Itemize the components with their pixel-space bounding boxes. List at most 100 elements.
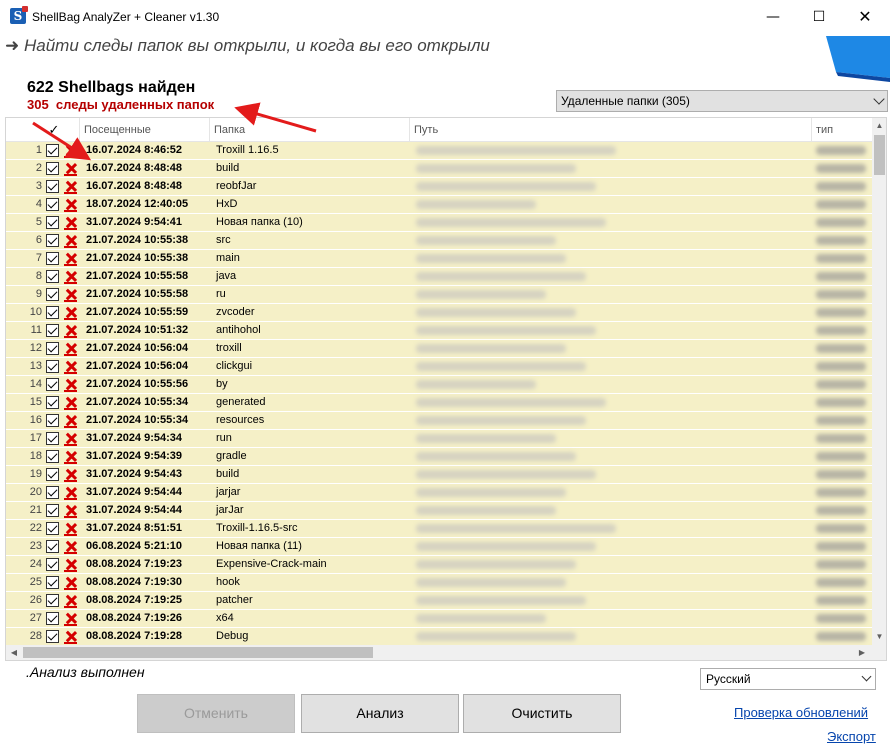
table-row[interactable]: 12 21.07.2024 10:56:04 troxill <box>6 340 872 358</box>
row-folder-name: Expensive-Crack-main <box>216 558 327 570</box>
scroll-right-icon[interactable]: ▶ <box>854 645 870 660</box>
row-visited-date: 21.07.2024 10:55:34 <box>86 396 189 408</box>
table-row[interactable]: 27 08.08.2024 7:19:26 x64 <box>6 610 872 628</box>
cancel-button[interactable]: Отменить <box>137 694 295 733</box>
table-row[interactable]: 14 21.07.2024 10:55:56 by <box>6 376 872 394</box>
row-checkbox[interactable] <box>46 306 59 319</box>
table-row[interactable]: 6 21.07.2024 10:55:38 src <box>6 232 872 250</box>
row-checkbox[interactable] <box>46 504 59 517</box>
row-checkbox[interactable] <box>46 198 59 211</box>
scroll-up-icon[interactable]: ▲ <box>872 118 886 134</box>
table-row[interactable]: 15 21.07.2024 10:55:34 generated <box>6 394 872 412</box>
maximize-button[interactable]: ☐ <box>796 0 842 34</box>
row-folder-name: x64 <box>216 612 234 624</box>
row-path-blurred <box>416 452 576 461</box>
row-path-blurred <box>416 344 566 353</box>
row-checkbox[interactable] <box>46 612 59 625</box>
row-checkbox[interactable] <box>46 288 59 301</box>
horizontal-scroll-thumb[interactable] <box>23 647 373 658</box>
row-visited-date: 21.07.2024 10:55:59 <box>86 306 189 318</box>
language-dropdown[interactable]: Русский <box>700 668 876 690</box>
close-button[interactable]: ✕ <box>842 0 888 34</box>
column-header-type[interactable]: тип <box>811 118 872 142</box>
table-row[interactable]: 9 21.07.2024 10:55:58 ru <box>6 286 872 304</box>
row-checkbox[interactable] <box>46 540 59 553</box>
vertical-scrollbar[interactable]: ▲ ▼ <box>872 118 886 645</box>
row-path-blurred <box>416 398 606 407</box>
column-header-path[interactable]: Путь <box>409 118 811 142</box>
table-row[interactable]: 24 08.08.2024 7:19:23 Expensive-Crack-main <box>6 556 872 574</box>
row-checkbox[interactable] <box>46 216 59 229</box>
table-row[interactable]: 4 18.07.2024 12:40:05 HxD <box>6 196 872 214</box>
table-row[interactable]: 19 31.07.2024 9:54:43 build <box>6 466 872 484</box>
row-checkbox[interactable] <box>46 468 59 481</box>
row-checkbox[interactable] <box>46 522 59 535</box>
filter-dropdown[interactable]: Удаленные папки (305) <box>556 90 888 112</box>
table-row[interactable]: 1 16.07.2024 8:46:52 Troxill 1.16.5 <box>6 142 872 160</box>
table-row[interactable]: 22 31.07.2024 8:51:51 Troxill-1.16.5-src <box>6 520 872 538</box>
table-row[interactable]: 23 06.08.2024 5:21:10 Новая папка (11) <box>6 538 872 556</box>
table-row[interactable]: 20 31.07.2024 9:54:44 jarjar <box>6 484 872 502</box>
table-row[interactable]: 5 31.07.2024 9:54:41 Новая папка (10) <box>6 214 872 232</box>
row-checkbox[interactable] <box>46 450 59 463</box>
row-checkbox[interactable] <box>46 252 59 265</box>
table-row[interactable]: 17 31.07.2024 9:54:34 run <box>6 430 872 448</box>
row-checkbox[interactable] <box>46 342 59 355</box>
minimize-button[interactable]: — <box>750 0 796 34</box>
row-checkbox[interactable] <box>46 360 59 373</box>
vertical-scroll-thumb[interactable] <box>874 135 885 175</box>
row-visited-date: 16.07.2024 8:48:48 <box>86 180 183 192</box>
title-bar: S ShellBag AnalyZer + Cleaner v1.30 — ☐ … <box>0 0 890 34</box>
row-checkbox[interactable] <box>46 558 59 571</box>
table-row[interactable]: 18 31.07.2024 9:54:39 gradle <box>6 448 872 466</box>
table-row[interactable]: 11 21.07.2024 10:51:32 antihohol <box>6 322 872 340</box>
table-row[interactable]: 13 21.07.2024 10:56:04 clickgui <box>6 358 872 376</box>
analyze-button[interactable]: Анализ <box>301 694 459 733</box>
row-folder-name: HxD <box>216 198 238 210</box>
row-checkbox[interactable] <box>46 324 59 337</box>
table-row[interactable]: 2 16.07.2024 8:48:48 build <box>6 160 872 178</box>
scroll-left-icon[interactable]: ◀ <box>6 645 22 660</box>
row-checkbox[interactable] <box>46 414 59 427</box>
table-row[interactable]: 28 08.08.2024 7:19:28 Debug <box>6 628 872 645</box>
table-row[interactable]: 16 21.07.2024 10:55:34 resources <box>6 412 872 430</box>
check-updates-link[interactable]: Проверка обновлений <box>734 705 868 720</box>
table-row[interactable]: 26 08.08.2024 7:19:25 patcher <box>6 592 872 610</box>
row-number: 12 <box>29 342 42 354</box>
row-checkbox[interactable] <box>46 378 59 391</box>
row-checkbox[interactable] <box>46 144 59 157</box>
row-checkbox[interactable] <box>46 432 59 445</box>
row-path-blurred <box>416 488 566 497</box>
row-checkbox[interactable] <box>46 594 59 607</box>
row-visited-date: 08.08.2024 7:19:30 <box>86 576 183 588</box>
row-checkbox[interactable] <box>46 180 59 193</box>
table-row[interactable]: 7 21.07.2024 10:55:38 main <box>6 250 872 268</box>
row-checkbox[interactable] <box>46 576 59 589</box>
table-row[interactable]: 8 21.07.2024 10:55:58 java <box>6 268 872 286</box>
row-number: 22 <box>29 522 42 534</box>
row-path-blurred <box>416 164 576 173</box>
row-checkbox[interactable] <box>46 234 59 247</box>
export-link[interactable]: Экспорт <box>827 729 876 744</box>
scroll-down-icon[interactable]: ▼ <box>872 629 886 645</box>
column-header-visited[interactable]: Посещенные <box>79 118 209 142</box>
row-type-blurred <box>816 542 866 551</box>
row-checkbox[interactable] <box>46 630 59 643</box>
horizontal-scrollbar[interactable]: ◀ ▶ <box>6 645 872 660</box>
row-type-blurred <box>816 524 866 533</box>
table-row[interactable]: 10 21.07.2024 10:55:59 zvcoder <box>6 304 872 322</box>
table-row[interactable]: 3 16.07.2024 8:48:48 reobfJar <box>6 178 872 196</box>
row-checkbox[interactable] <box>46 162 59 175</box>
column-header-check[interactable]: ✓ <box>46 118 62 142</box>
clean-button[interactable]: Очистить <box>463 694 621 733</box>
table-row[interactable]: 21 31.07.2024 9:54:44 jarJar <box>6 502 872 520</box>
row-number: 14 <box>29 378 42 390</box>
row-folder-name: Troxill 1.16.5 <box>216 144 279 156</box>
row-number: 3 <box>35 180 42 192</box>
column-header-folder[interactable]: Папка <box>209 118 409 142</box>
row-checkbox[interactable] <box>46 486 59 499</box>
row-checkbox[interactable] <box>46 270 59 283</box>
row-visited-date: 21.07.2024 10:55:58 <box>86 270 189 282</box>
table-row[interactable]: 25 08.08.2024 7:19:30 hook <box>6 574 872 592</box>
row-checkbox[interactable] <box>46 396 59 409</box>
